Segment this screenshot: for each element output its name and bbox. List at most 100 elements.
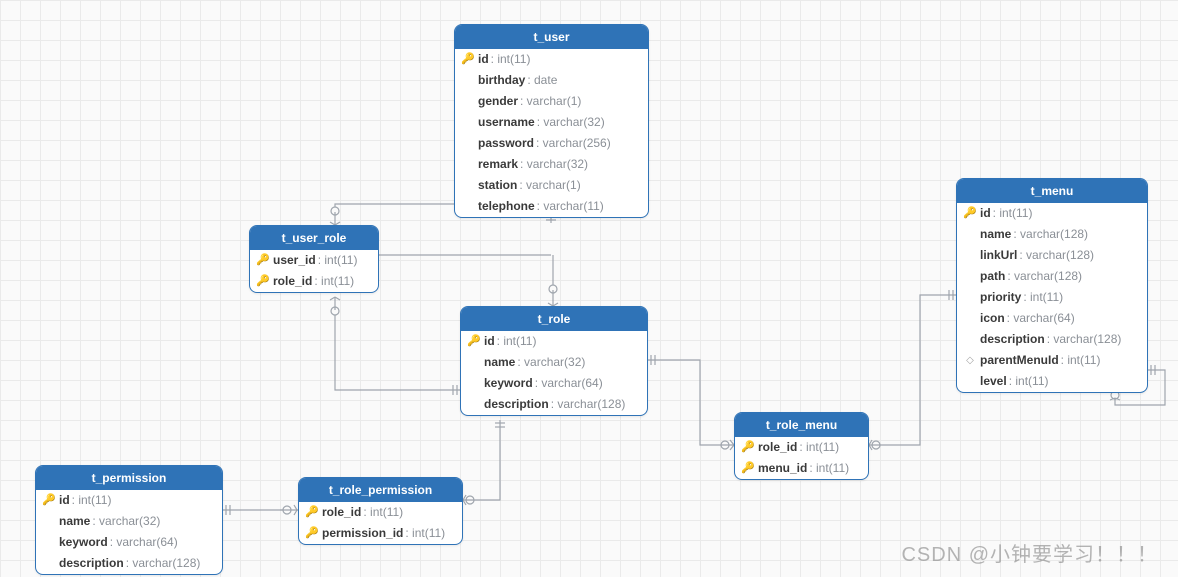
field-type: : int(11)	[799, 439, 839, 456]
field-name: telephone	[478, 198, 535, 215]
entity-t_role_menu[interactable]: t_role_menu🔑role_id: int(11)🔑menu_id: in…	[734, 412, 869, 480]
field-row: icon: varchar(64)	[957, 308, 1147, 329]
field-name: username	[478, 114, 535, 131]
field-name: description	[484, 396, 549, 413]
field-type: : int(11)	[314, 273, 354, 290]
field-type: : int(11)	[993, 205, 1033, 222]
field-type: : int(11)	[497, 333, 537, 350]
field-type: : varchar(256)	[536, 135, 611, 152]
field-type: : varchar(32)	[92, 513, 160, 530]
field-name: birthday	[478, 72, 525, 89]
field-type: : varchar(128)	[551, 396, 626, 413]
field-name: role_id	[322, 504, 361, 521]
entity-t_menu[interactable]: t_menu🔑id: int(11)name: varchar(128)link…	[956, 178, 1148, 393]
field-row: 🔑role_id: int(11)	[250, 271, 378, 292]
field-row: level: int(11)	[957, 371, 1147, 392]
entity-t_role_permission[interactable]: t_role_permission🔑role_id: int(11) 🔑permi…	[298, 477, 463, 545]
field-type: : int(11)	[405, 525, 445, 542]
entity-t_permission[interactable]: t_permission🔑id: int(11)name: varchar(32…	[35, 465, 223, 575]
field-type: : int(11)	[363, 504, 403, 521]
field-type: : varchar(32)	[520, 156, 588, 173]
entity-title: t_role_permission	[299, 478, 462, 502]
field-row: name: varchar(128)	[957, 224, 1147, 245]
field-name: remark	[478, 156, 518, 173]
field-row: 🔑role_id: int(11)	[299, 502, 462, 523]
field-type: : varchar(64)	[1007, 310, 1075, 327]
field-row: birthday: date	[455, 70, 648, 91]
field-name: description	[980, 331, 1045, 348]
field-name: id	[478, 51, 489, 68]
field-type: : varchar(128)	[126, 555, 201, 572]
field-type: : date	[527, 72, 557, 89]
field-type: : varchar(1)	[519, 177, 580, 194]
field-row: keyword: varchar(64)	[36, 532, 222, 553]
entity-t_role[interactable]: t_role 🔑id: int(11) name: varchar(32) keywo…	[460, 306, 648, 416]
primary-key-icon: 🔑	[256, 273, 270, 290]
entity-title: t_permission	[36, 466, 222, 490]
field-row: path: varchar(128)	[957, 266, 1147, 287]
field-type: : varchar(128)	[1007, 268, 1082, 285]
field-name: permission_id	[322, 525, 403, 542]
field-row: name: varchar(32)	[36, 511, 222, 532]
field-type: : varchar(64)	[110, 534, 178, 551]
field-name: id	[484, 333, 495, 350]
field-row: 🔑role_id: int(11)	[735, 437, 868, 458]
field-type: : varchar(32)	[537, 114, 605, 131]
entity-title: t_user_role	[250, 226, 378, 250]
primary-key-icon: 🔑	[741, 439, 755, 456]
field-name: role_id	[758, 439, 797, 456]
field-type: : int(11)	[72, 492, 112, 509]
field-name: gender	[478, 93, 518, 110]
field-name: name	[484, 354, 515, 371]
field-name: parentMenuId	[980, 352, 1059, 369]
field-row: station: varchar(1)	[455, 175, 648, 196]
entity-t_user[interactable]: t_user🔑id: int(11)birthday: dategender: …	[454, 24, 649, 218]
field-type: : varchar(11)	[537, 198, 604, 215]
entity-title: t_role	[461, 307, 647, 331]
field-row: remark: varchar(32)	[455, 154, 648, 175]
field-name: keyword	[484, 375, 533, 392]
field-type: : int(11)	[1023, 289, 1063, 306]
field-name: icon	[980, 310, 1005, 327]
field-name: linkUrl	[980, 247, 1017, 264]
primary-key-icon: 🔑	[305, 525, 319, 542]
entity-t_user_role[interactable]: t_user_role🔑user_id: int(11)🔑role_id: in…	[249, 225, 379, 293]
field-row: 🔑id: int(11)	[36, 490, 222, 511]
field-row: description: varchar(128)	[36, 553, 222, 574]
field-row: gender: varchar(1)	[455, 91, 648, 112]
field-type: : varchar(128)	[1019, 247, 1094, 264]
field-row: description: varchar(128)	[957, 329, 1147, 350]
field-name: menu_id	[758, 460, 807, 477]
field-row: ◇parentMenuId: int(11)	[957, 350, 1147, 371]
field-name: role_id	[273, 273, 312, 290]
primary-key-icon: 🔑	[741, 460, 755, 477]
entity-title: t_user	[455, 25, 648, 49]
field-type: : int(11)	[318, 252, 358, 269]
field-row: priority: int(11)	[957, 287, 1147, 308]
field-name: password	[478, 135, 534, 152]
field-type: : varchar(32)	[517, 354, 585, 371]
primary-key-icon: 🔑	[963, 205, 977, 222]
field-row: 🔑id: int(11)	[455, 49, 648, 70]
field-name: description	[59, 555, 124, 572]
field-row: 🔑menu_id: int(11)	[735, 458, 868, 479]
entity-title: t_role_menu	[735, 413, 868, 437]
field-type: : varchar(128)	[1013, 226, 1088, 243]
field-row: password: varchar(256)	[455, 133, 648, 154]
field-row: username: varchar(32)	[455, 112, 648, 133]
field-name: id	[59, 492, 70, 509]
diamond-icon: ◇	[963, 352, 977, 369]
field-name: priority	[980, 289, 1021, 306]
field-type: : int(11)	[809, 460, 849, 477]
field-name: station	[478, 177, 517, 194]
primary-key-icon: 🔑	[256, 252, 270, 269]
primary-key-icon: 🔑	[467, 333, 481, 350]
field-name: keyword	[59, 534, 108, 551]
field-name: path	[980, 268, 1005, 285]
field-type: : int(11)	[1009, 373, 1049, 390]
field-name: user_id	[273, 252, 316, 269]
field-row: telephone: varchar(11)	[455, 196, 648, 217]
field-row: description: varchar(128)	[461, 394, 647, 415]
field-type: : int(11)	[491, 51, 531, 68]
field-row: keyword: varchar(64)	[461, 373, 647, 394]
